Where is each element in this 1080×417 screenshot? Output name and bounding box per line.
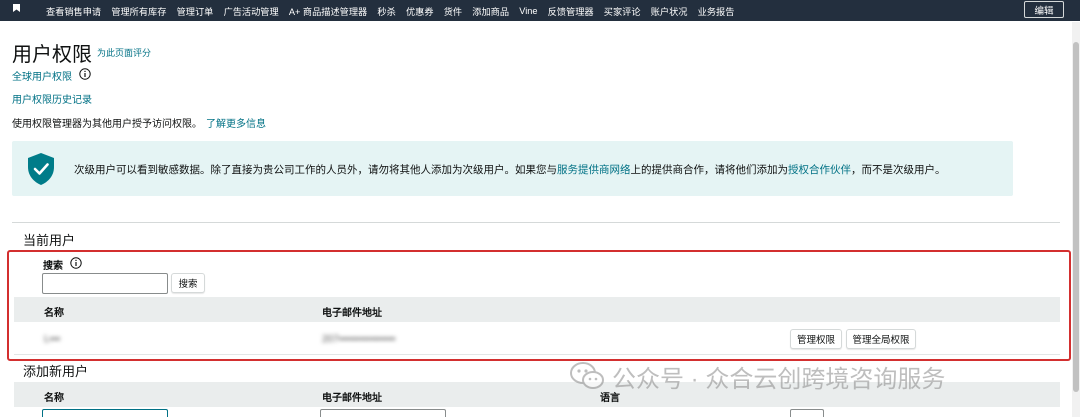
scrollbar-thumb[interactable]: [1073, 42, 1079, 392]
add-column-name-header: 名称: [44, 393, 64, 404]
authorized-partner-link[interactable]: 授权合作伙伴: [788, 164, 851, 176]
banner-text-1: 次级用户可以看到敏感数据。除了直接为贵公司工作的人员外，请勿将其他人添加为次级用…: [74, 164, 557, 176]
nav-item-a-plus-manager[interactable]: A+ 商品描述管理器: [289, 4, 367, 18]
permission-history-link[interactable]: 用户权限历史记录: [12, 91, 92, 106]
global-permissions-link[interactable]: 全球用户权限: [12, 68, 72, 83]
nav-menu: 查看销售申请 管理所有库存 管理订单 广告活动管理 A+ 商品描述管理器 秒杀 …: [46, 0, 745, 21]
page-description: 使用权限管理器为其他用户授予访问权限。 了解更多信息: [12, 115, 266, 130]
nav-item-manage-orders[interactable]: 管理订单: [177, 4, 214, 18]
service-provider-network-link[interactable]: 服务提供商网络: [557, 164, 631, 176]
banner-text-3: ，而不是次级用户。: [851, 164, 946, 176]
page-scrollbar[interactable]: [1072, 22, 1080, 417]
bookmark-icon[interactable]: [13, 4, 20, 12]
description-text: 使用权限管理器为其他用户授予访问权限。: [12, 119, 202, 130]
banner-text-2: 上的提供商合作，请将他们添加为: [630, 164, 789, 176]
current-users-title: 当前用户: [23, 233, 76, 248]
new-user-name-input[interactable]: [42, 409, 168, 417]
new-user-language-select[interactable]: [790, 409, 824, 417]
nav-item-feedback-manager[interactable]: 反馈管理器: [548, 4, 594, 18]
edit-nav-button[interactable]: 编辑: [1024, 1, 1064, 18]
nav-item-vine[interactable]: Vine: [519, 6, 537, 16]
nav-item-coupons[interactable]: 优惠券: [406, 4, 434, 18]
watermark: 公众号 · 众合云创跨境咨询服务: [570, 359, 945, 393]
nav-item-campaign-manager[interactable]: 广告活动管理: [224, 4, 279, 18]
add-column-email-header: 电子邮件地址: [322, 393, 382, 404]
add-user-title: 添加新用户: [23, 364, 89, 379]
nav-item-view-sales-apps[interactable]: 查看销售申请: [46, 4, 101, 18]
page-title: 用户权限: [12, 44, 92, 66]
watermark-text: 公众号 · 众合云创跨境咨询服务: [612, 365, 946, 393]
new-user-email-input[interactable]: [320, 409, 446, 417]
nav-item-add-product[interactable]: 添加商品: [472, 4, 509, 18]
rate-page-link[interactable]: 为此页面评分: [97, 46, 151, 59]
section-divider: [12, 222, 1060, 223]
shield-check-icon: [28, 153, 54, 185]
banner-message: 次级用户可以看到敏感数据。除了直接为贵公司工作的人员外，请勿将其他人添加为次级用…: [74, 162, 946, 177]
wechat-icon: [570, 362, 604, 389]
nav-item-customer-reviews[interactable]: 买家评论: [604, 4, 641, 18]
top-nav: 查看销售申请 管理所有库存 管理订单 广告活动管理 A+ 商品描述管理器 秒杀 …: [0, 0, 1080, 21]
nav-item-deals[interactable]: 秒杀: [377, 4, 395, 18]
highlight-box: [7, 250, 1071, 361]
nav-item-business-reports[interactable]: 业务报告: [698, 4, 735, 18]
nav-item-manage-inventory[interactable]: 管理所有库存: [111, 4, 166, 18]
warning-banner: 次级用户可以看到敏感数据。除了直接为贵公司工作的人员外，请勿将其他人添加为次级用…: [12, 141, 1013, 196]
nav-item-account-health[interactable]: 账户状况: [651, 4, 688, 18]
info-icon[interactable]: [79, 68, 91, 80]
nav-item-shipments[interactable]: 货件: [444, 4, 462, 18]
learn-more-link[interactable]: 了解更多信息: [206, 119, 266, 130]
